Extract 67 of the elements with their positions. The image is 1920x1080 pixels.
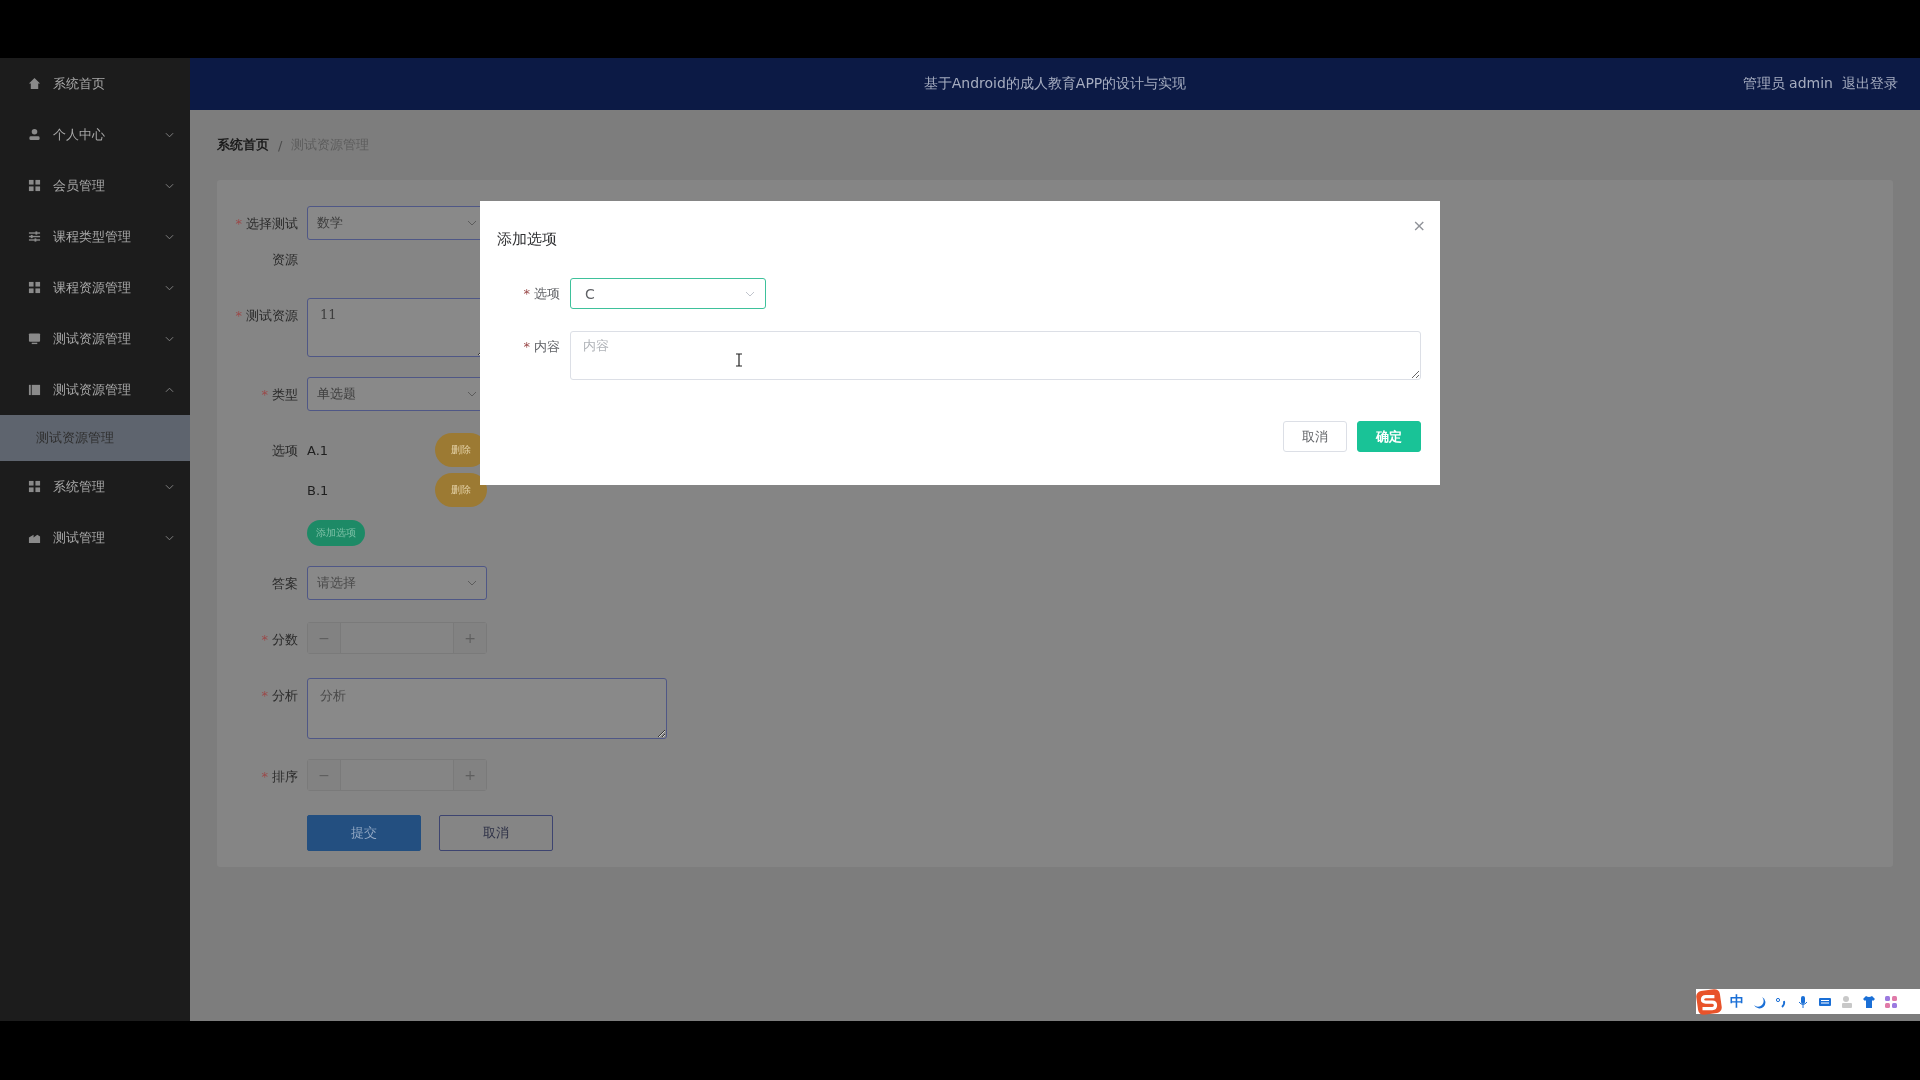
moon-icon[interactable]: [1752, 994, 1766, 1009]
chevron-icon: [467, 391, 477, 397]
sidebar-item[interactable]: 个人中心: [0, 109, 190, 160]
ime-mode-label[interactable]: 中: [1730, 992, 1744, 1011]
text-cursor-icon: [735, 353, 743, 367]
chevron-icon: [165, 534, 174, 541]
field-label: * 排序: [260, 768, 298, 786]
cancel-button[interactable]: 取消: [1283, 421, 1347, 452]
logout-link[interactable]: 退出登录: [1842, 75, 1898, 93]
chevron-icon: [745, 290, 755, 297]
sidebar-item[interactable]: 系统管理: [0, 461, 190, 512]
microphone-icon[interactable]: [1796, 994, 1810, 1009]
ime-logo-icon[interactable]: [1696, 988, 1722, 1015]
chevron-icon: [467, 580, 477, 586]
select-field[interactable]: C: [570, 278, 766, 309]
breadcrumb-separator: /: [278, 137, 283, 153]
apps-icon[interactable]: [1884, 994, 1898, 1009]
confirm-button[interactable]: 确定: [1357, 421, 1421, 452]
option-text: B.1: [307, 482, 329, 498]
chevron-icon: [165, 335, 174, 342]
field-label: * 测试资源: [234, 307, 298, 325]
cancel-button[interactable]: 取消: [439, 815, 553, 851]
submit-button[interactable]: 提交: [307, 815, 421, 851]
sidebar-subitem[interactable]: 测试资源管理: [0, 415, 190, 461]
sidebar-item[interactable]: 系统首页: [0, 58, 190, 109]
chart-icon: [28, 383, 41, 396]
chevron-icon: [467, 220, 477, 226]
chevron-icon: [165, 233, 174, 240]
breadcrumb-item[interactable]: 系统首页: [217, 136, 269, 154]
field-label: * 类型: [260, 386, 298, 404]
number-field[interactable]: − +: [307, 759, 487, 791]
close-button[interactable]: ×: [1412, 216, 1426, 235]
sidebar-item[interactable]: 测试资源管理: [0, 364, 190, 415]
grid-icon: [28, 281, 41, 294]
sidebar-item[interactable]: 课程资源管理: [0, 262, 190, 313]
text-area[interactable]: 分析: [307, 678, 667, 739]
field-label: * 分数: [260, 631, 298, 649]
user-label: 管理员 admin: [1742, 75, 1833, 93]
app-title: 基于Android的成人教育APP的设计与实现: [923, 75, 1187, 93]
monitor-icon: [28, 332, 41, 345]
sidebar-item[interactable]: 会员管理: [0, 160, 190, 211]
field-label: * 选项: [522, 285, 561, 303]
chevron-icon: [165, 182, 174, 189]
field-label: * 选择测试资源: [234, 215, 298, 269]
chevron-icon: [165, 483, 174, 490]
number-field[interactable]: − +: [307, 622, 487, 654]
grid-icon: [28, 179, 41, 192]
field-label: 选项: [271, 442, 298, 460]
sidebar-item[interactable]: 测试资源管理: [0, 313, 190, 364]
sidebar-item[interactable]: 测试管理: [0, 512, 190, 563]
sliders-icon: [28, 230, 41, 243]
field-label: * 内容: [522, 338, 561, 356]
delete-button[interactable]: 删除: [435, 473, 487, 507]
chevron-icon: [165, 131, 174, 138]
home-icon: [28, 77, 41, 90]
field-label: * 分析: [260, 687, 298, 705]
grid-icon: [28, 480, 41, 493]
chevron-icon: [165, 386, 174, 393]
chevron-icon: [165, 284, 174, 291]
shirt-icon[interactable]: [1862, 994, 1876, 1009]
select-field[interactable]: 请选择: [307, 566, 487, 600]
field-label: 答案: [271, 575, 298, 593]
option-text: A.1: [307, 442, 329, 458]
add-option-button[interactable]: 添加选项: [307, 520, 365, 546]
sidebar-item[interactable]: 课程类型管理: [0, 211, 190, 262]
user-icon: [28, 128, 41, 141]
dialog-title: 添加选项: [497, 230, 557, 249]
